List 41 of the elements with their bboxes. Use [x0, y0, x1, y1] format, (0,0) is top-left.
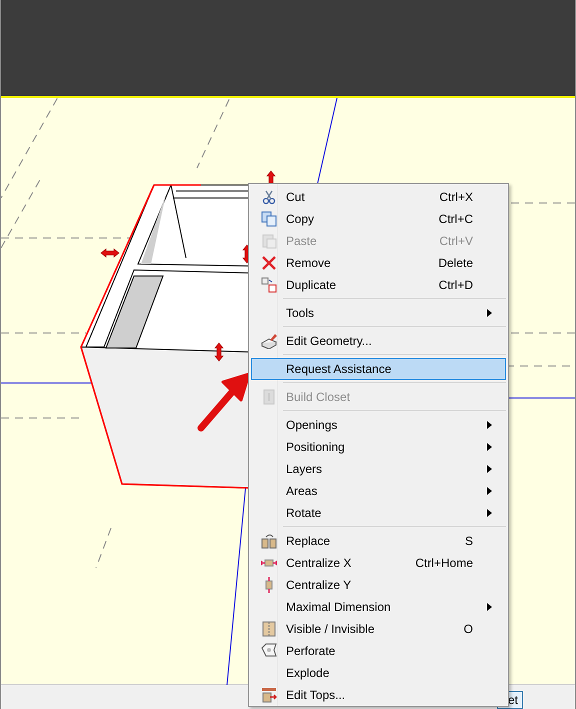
submenu-arrow-icon — [486, 509, 492, 517]
menu-item[interactable]: Areas — [251, 480, 506, 502]
menu-item[interactable]: Request Assistance — [251, 358, 506, 380]
tag-icon — [261, 643, 277, 659]
menu-item[interactable]: Cut Ctrl+X — [251, 186, 506, 208]
menu-item[interactable]: Centralize X Ctrl+Home — [251, 552, 506, 574]
menu-item[interactable]: Openings — [251, 414, 506, 436]
menu-item[interactable]: Perforate — [251, 640, 506, 662]
menu-item[interactable]: Remove Delete — [251, 252, 506, 274]
menu-item[interactable]: Visible / Invisible O — [251, 618, 506, 640]
table-icon — [261, 687, 277, 703]
menu-item[interactable]: Positioning — [251, 436, 506, 458]
menu-item[interactable]: Layers — [251, 458, 506, 480]
menu-item[interactable]: Centralize Y — [251, 574, 506, 596]
menu-item[interactable]: Maximal Dimension — [251, 596, 506, 618]
duplicate-icon — [261, 277, 277, 293]
pointer-arrow — [198, 372, 250, 432]
submenu-arrow-icon — [486, 309, 492, 317]
submenu-arrow-icon — [486, 487, 492, 495]
submenu-arrow-icon — [486, 421, 492, 429]
scissors-icon — [261, 189, 277, 205]
resize-handle-icon[interactable] — [214, 342, 224, 362]
cabinets-icon — [261, 533, 277, 549]
resize-handle-icon[interactable] — [100, 248, 120, 258]
menu-item[interactable]: Tools — [251, 302, 506, 324]
eraser-icon — [261, 333, 277, 349]
menu-item[interactable]: Rotate — [251, 502, 506, 524]
door-icon — [261, 621, 277, 637]
menu-item[interactable]: Replace S — [251, 530, 506, 552]
menu-item[interactable]: Duplicate Ctrl+D — [251, 274, 506, 296]
submenu-arrow-icon — [486, 465, 492, 473]
close-icon — [261, 255, 277, 271]
submenu-arrow-icon — [486, 443, 492, 451]
grid-line — [96, 528, 112, 568]
copy-icon — [261, 211, 277, 227]
menu-item[interactable]: Copy Ctrl+C — [251, 208, 506, 230]
menu-item[interactable]: Explode — [251, 662, 506, 684]
menu-item[interactable]: Edit Geometry... — [251, 330, 506, 352]
paste-icon — [261, 233, 277, 249]
cabinet-icon — [261, 389, 277, 405]
submenu-arrow-icon — [486, 603, 492, 611]
